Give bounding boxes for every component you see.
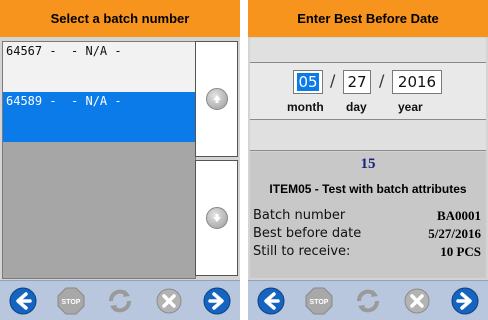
scroll-down-button[interactable]: [195, 160, 238, 276]
day-label: day: [346, 100, 367, 114]
next-arrow-icon: [451, 287, 479, 315]
info-key: Best before date: [253, 226, 362, 241]
cancel-icon: [156, 288, 182, 314]
batch-select-screen: Select a batch number 64567 - - N/A - 64…: [0, 0, 240, 320]
spacer-band: [250, 38, 486, 63]
info-value: BA0001: [436, 208, 481, 223]
back-arrow-icon: [257, 287, 285, 315]
next-arrow-icon: [203, 287, 231, 315]
batch-list-item[interactable]: 64567 - - N/A -: [3, 42, 195, 92]
date-separator: /: [379, 71, 385, 90]
stop-button[interactable]: STOP: [56, 286, 86, 316]
day-input[interactable]: 27: [343, 70, 371, 94]
cancel-button[interactable]: [402, 286, 432, 316]
stop-button[interactable]: STOP: [304, 286, 334, 316]
next-button[interactable]: [450, 286, 480, 316]
batch-list[interactable]: 64567 - - N/A - 64589 - - N/A -: [2, 41, 196, 279]
year-label: year: [398, 100, 423, 114]
info-row-remaining: Still to receive: 10 PCS: [253, 244, 483, 262]
toolbar: STOP: [248, 280, 488, 320]
refresh-icon: [357, 289, 379, 313]
info-value: 10 PCS: [440, 244, 481, 259]
back-button[interactable]: [256, 286, 286, 316]
quantity-value: 15: [360, 156, 376, 172]
screen-title: Enter Best Before Date: [248, 0, 488, 37]
info-key: Still to receive:: [253, 244, 351, 259]
info-row-batch: Batch number BA0001: [253, 208, 483, 226]
cancel-button[interactable]: [154, 286, 184, 316]
cancel-icon: [404, 288, 430, 314]
batch-list-item-selected[interactable]: 64589 - - N/A -: [3, 92, 195, 142]
year-input[interactable]: 2016: [392, 70, 442, 94]
refresh-icon: [109, 289, 131, 313]
item-info-panel: 15 ITEM05 - Test with batch attributes B…: [250, 152, 486, 278]
refresh-button[interactable]: [105, 286, 135, 316]
arrow-up-icon: [205, 88, 228, 110]
toolbar: STOP: [0, 280, 240, 320]
spacer-band: [250, 120, 486, 151]
stop-label: STOP: [62, 299, 81, 306]
date-separator: /: [330, 71, 336, 90]
month-label: month: [287, 100, 324, 114]
info-row-best-before: Best before date 5/27/2016: [253, 226, 483, 244]
scroll-up-button[interactable]: [195, 41, 238, 157]
screen-title: Select a batch number: [0, 0, 240, 37]
scroll-controls: [195, 41, 238, 277]
stop-icon: STOP: [57, 287, 85, 315]
arrow-down-icon: [205, 207, 228, 229]
month-input[interactable]: 05: [293, 70, 323, 94]
stop-icon: STOP: [305, 287, 333, 315]
back-button[interactable]: [8, 286, 38, 316]
back-arrow-icon: [9, 287, 37, 315]
month-value: 05: [297, 73, 319, 91]
info-value: 5/27/2016: [428, 226, 481, 241]
next-button[interactable]: [202, 286, 232, 316]
refresh-button[interactable]: [353, 286, 383, 316]
item-title: ITEM05 - Test with batch attributes: [269, 182, 467, 196]
stop-label: STOP: [310, 299, 329, 306]
info-key: Batch number: [253, 208, 346, 223]
